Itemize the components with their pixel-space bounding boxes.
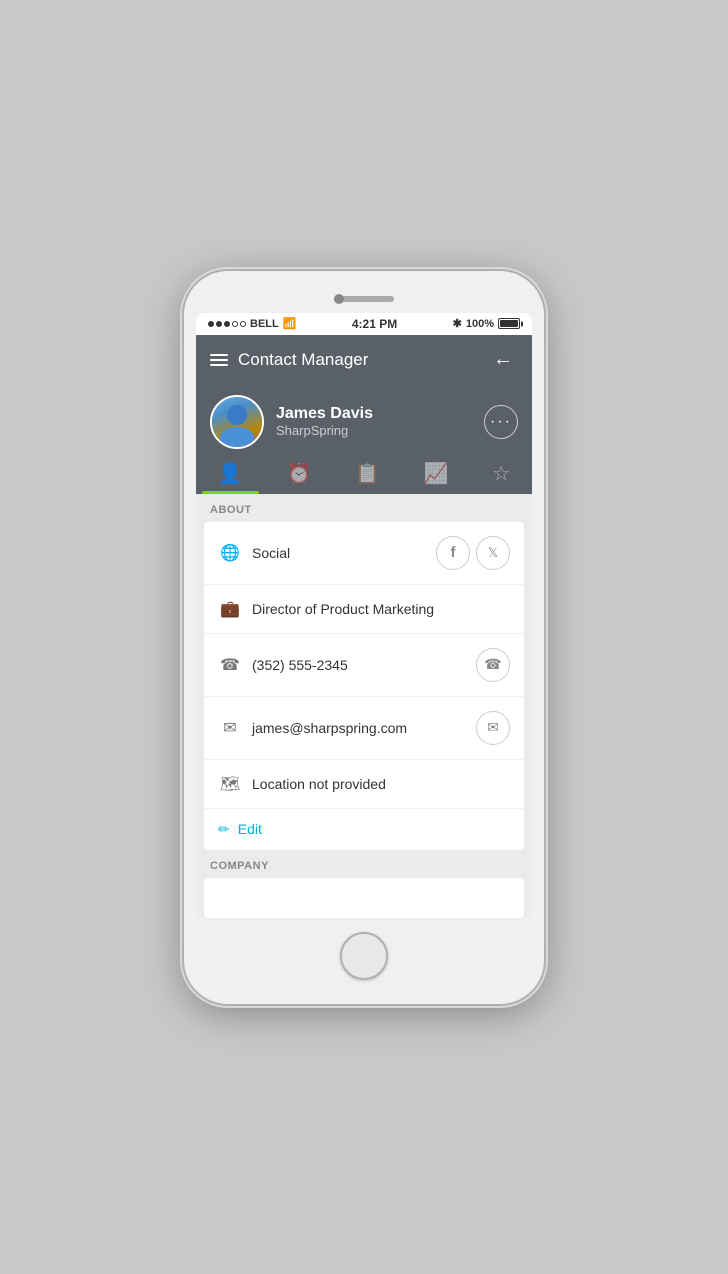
menu-button[interactable] <box>210 354 228 366</box>
avatar <box>210 395 264 449</box>
hamburger-line-2 <box>210 359 228 361</box>
phone-screen: BELL 📶 4:21 PM ✱ 100% <box>196 313 532 918</box>
battery-fill <box>500 320 518 327</box>
app-title: Contact Manager <box>238 350 368 370</box>
clock-icon: ⏰ <box>286 461 311 486</box>
company-card <box>204 878 524 918</box>
email-icon: ✉ <box>218 718 242 738</box>
header-left: Contact Manager <box>210 350 368 370</box>
wifi-icon: 📶 <box>283 317 297 330</box>
contact-info: James Davis SharpSpring <box>210 395 373 449</box>
status-left: BELL 📶 <box>208 317 296 330</box>
social-row: 🌐 Social f 𝕏 <box>204 522 524 585</box>
phone-device: BELL 📶 4:21 PM ✱ 100% <box>184 271 544 1004</box>
avatar-head <box>227 405 247 425</box>
content-area: ABOUT 🌐 Social f 𝕏 <box>196 494 532 918</box>
edit-pencil-icon: ✏ <box>218 821 230 838</box>
signal-dot-4 <box>232 321 238 327</box>
avatar-body <box>220 427 254 447</box>
tab-history[interactable]: ⏰ <box>270 457 327 494</box>
contact-text: James Davis SharpSpring <box>276 405 373 438</box>
signal-dot-5 <box>240 321 246 327</box>
signal-dot-1 <box>208 321 214 327</box>
facebook-button[interactable]: f <box>436 536 470 570</box>
phone-icon: ☎ <box>218 655 242 675</box>
email-actions: ✉ <box>476 711 510 745</box>
battery-label: 100% <box>466 318 494 330</box>
call-icon: ☎ <box>484 656 501 673</box>
contact-company: SharpSpring <box>276 423 373 438</box>
send-email-button[interactable]: ✉ <box>476 711 510 745</box>
battery-icon <box>498 318 520 329</box>
tab-bar: 👤 ⏰ 📋 📈 ☆ <box>196 449 532 494</box>
tab-notes[interactable]: 📋 <box>339 457 396 494</box>
twitter-button[interactable]: 𝕏 <box>476 536 510 570</box>
camera <box>334 294 344 304</box>
document-icon: 📋 <box>355 461 380 486</box>
briefcase-icon: 💼 <box>218 599 242 619</box>
job-title-text: Director of Product Marketing <box>252 601 510 617</box>
home-button[interactable] <box>340 932 388 980</box>
company-section-label: COMPANY <box>196 850 532 878</box>
phone-bottom <box>196 918 532 990</box>
contact-name: James Davis <box>276 405 373 423</box>
avatar-image <box>212 397 262 447</box>
edit-row: ✏ Edit <box>204 809 524 850</box>
back-button[interactable]: ← <box>488 345 518 375</box>
social-globe-icon: 🌐 <box>218 543 242 563</box>
status-time: 4:21 PM <box>352 317 397 331</box>
call-button[interactable]: ☎ <box>476 648 510 682</box>
phone-top-bar <box>196 285 532 313</box>
more-button[interactable]: ··· <box>484 405 518 439</box>
phone-number-text: (352) 555-2345 <box>252 657 476 673</box>
chart-icon: 📈 <box>424 461 449 486</box>
tab-about[interactable]: 👤 <box>202 457 259 494</box>
status-right: ✱ 100% <box>453 317 520 330</box>
signal-dots <box>208 321 246 327</box>
tab-favorites[interactable]: ☆ <box>476 457 526 494</box>
carrier-label: BELL <box>250 318 279 330</box>
hamburger-line-3 <box>210 364 228 366</box>
person-icon: 👤 <box>218 461 243 486</box>
about-card: 🌐 Social f 𝕏 💼 Director of Product Ma <box>204 522 524 850</box>
map-icon: 🗺 <box>218 774 242 794</box>
location-text: Location not provided <box>252 776 510 792</box>
location-row: 🗺 Location not provided <box>204 760 524 809</box>
send-email-icon: ✉ <box>487 719 499 736</box>
battery-box <box>498 318 520 329</box>
contact-header: James Davis SharpSpring ··· <box>196 385 532 449</box>
bluetooth-icon: ✱ <box>453 317 462 330</box>
about-section-label: ABOUT <box>196 494 532 522</box>
email-address-text: james@sharpspring.com <box>252 720 476 736</box>
social-label: Social <box>252 545 436 561</box>
hamburger-line-1 <box>210 354 228 356</box>
twitter-icon: 𝕏 <box>488 545 498 561</box>
facebook-icon: f <box>451 544 456 561</box>
app-header: Contact Manager ← <box>196 335 532 385</box>
job-title-row: 💼 Director of Product Marketing <box>204 585 524 634</box>
signal-dot-2 <box>216 321 222 327</box>
phone-actions: ☎ <box>476 648 510 682</box>
tab-activity[interactable]: 📈 <box>408 457 465 494</box>
social-actions: f 𝕏 <box>436 536 510 570</box>
signal-dot-3 <box>224 321 230 327</box>
edit-button[interactable]: Edit <box>238 821 262 837</box>
status-bar: BELL 📶 4:21 PM ✱ 100% <box>196 313 532 335</box>
phone-row: ☎ (352) 555-2345 ☎ <box>204 634 524 697</box>
star-icon: ☆ <box>492 461 510 486</box>
email-row: ✉ james@sharpspring.com ✉ <box>204 697 524 760</box>
